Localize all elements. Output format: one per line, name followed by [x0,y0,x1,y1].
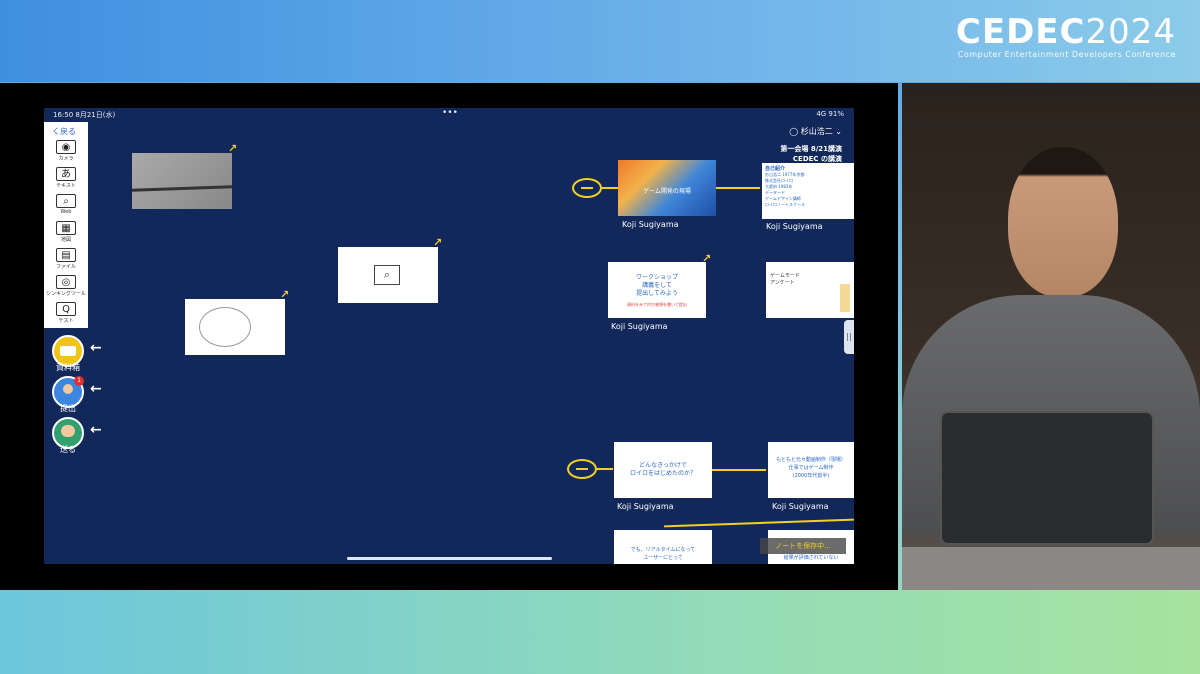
status-right: 4G 91% [816,110,844,118]
loilo-note-screen: 16:50 8月21日(水) ••• 4G 91% く戻る ◉ カメラ あテキスト… [44,108,854,564]
tool-map[interactable]: ▦ 地図 [44,221,88,247]
link-line [716,187,760,189]
lecture-title-1: 第一会場 8/21講演 [780,145,842,153]
status-time: 16:50 8月21日(水) [53,111,116,119]
panel-resize-handle[interactable]: || [844,320,854,354]
search-icon: ⌕ [374,265,400,285]
tool-text[interactable]: あテキスト [44,167,88,193]
tool-file[interactable]: ▤ ファイル [44,248,88,274]
workshop-card[interactable]: ワークショップ 講義をして 提出してみよう 資料をみて何か感想を書いて提出 [608,262,706,318]
tool-thinking[interactable]: ◎ シンキングツール [44,275,88,301]
send-label: 送る [60,445,76,454]
logo-subtitle: Computer Entertainment Developers Confer… [957,50,1176,59]
author-label: Koji Sugiyama [617,502,674,511]
back-button[interactable]: く戻る [52,126,76,137]
cedec-logo: CEDEC2024 Computer Entertainment Develop… [955,12,1176,59]
survey-card[interactable]: ゲームモード アンケート [766,262,854,318]
tool-camera[interactable]: ◉ カメラ [44,140,88,166]
author-label: Koji Sugiyama [622,220,679,229]
question-card-3[interactable]: でも、リアルタイムになって ユーザーにとって [614,530,712,564]
map-icon: ▦ [56,221,76,235]
event-footer-bar [0,590,1200,674]
user-menu[interactable]: ◯ 杉山浩二 ⌄ [789,126,842,137]
tool-palette: く戻る ◉ カメラ あテキスト ⌕ Web ▦ 地図 ▤ ファイル ◎ シンキングツール … [44,122,88,328]
question-card-2[interactable]: もともと元々動画制作（現場） 仕事ではゲーム制作 (2000年代前半) [768,442,854,498]
intro-card[interactable]: 自己紹介 杉山浩二 1977年京都 株式会社ロイロ 大阪府 1983年 データー… [762,163,854,219]
desk [902,547,1200,590]
slide-card-1[interactable]: ゲーム開発の現場 [618,160,716,216]
submit-label: 提出 [60,404,76,413]
arrow-up-right-icon: ↗ [280,288,290,301]
thinking-tool-icon: ◎ [56,275,76,289]
arrow-up-right-icon: ↗ [702,252,712,265]
author-label: Koji Sugiyama [766,222,823,231]
person-icon [63,384,73,394]
arrow-left-icon: ← [90,381,102,397]
submit-badge: 1 [74,376,84,386]
link-line [664,518,854,528]
status-bar: 16:50 8月21日(水) ••• 4G 91% [44,108,854,120]
tool-web[interactable]: ⌕ Web [44,194,88,220]
multitask-dots[interactable]: ••• [442,108,458,118]
link-line [597,468,613,470]
speaker-camera [902,83,1200,590]
web-icon: ⌕ [56,194,76,208]
home-indicator[interactable] [347,557,552,560]
arrow-up-right-icon: ↗ [433,236,443,249]
author-label: Koji Sugiyama [611,322,668,331]
link-line [602,187,618,189]
people-icon [61,425,75,437]
arrow-left-icon: ← [90,422,102,438]
question-card-1[interactable]: どんなきっかけで ロイロをはじめたのか？ [614,442,712,498]
web-card[interactable]: ⌕ [338,247,438,303]
test-icon: Q [56,302,76,316]
collapse-node-2[interactable] [567,459,597,479]
collapse-node-1[interactable] [572,178,602,198]
text-icon: あ [56,167,76,181]
file-icon: ▤ [56,248,76,262]
arrow-up-right-icon: ↗ [228,142,238,155]
author-label: Koji Sugiyama [772,502,829,511]
camera-icon: ◉ [56,140,76,154]
link-line [712,469,766,471]
saving-toast: ノートを保存中... [760,538,846,554]
drawing-card[interactable] [185,299,285,355]
tool-test[interactable]: Q テスト [44,302,88,328]
printer-icon [60,346,76,356]
tablet-device [940,411,1154,545]
event-header-bar: CEDEC2024 Computer Entertainment Develop… [0,0,1200,82]
material-box-label: 資料箱 [56,363,80,372]
photo-card[interactable] [131,153,233,209]
speaker-head [1008,147,1118,297]
user-icon: ◯ [789,127,801,136]
arrow-left-icon: ← [90,340,102,356]
